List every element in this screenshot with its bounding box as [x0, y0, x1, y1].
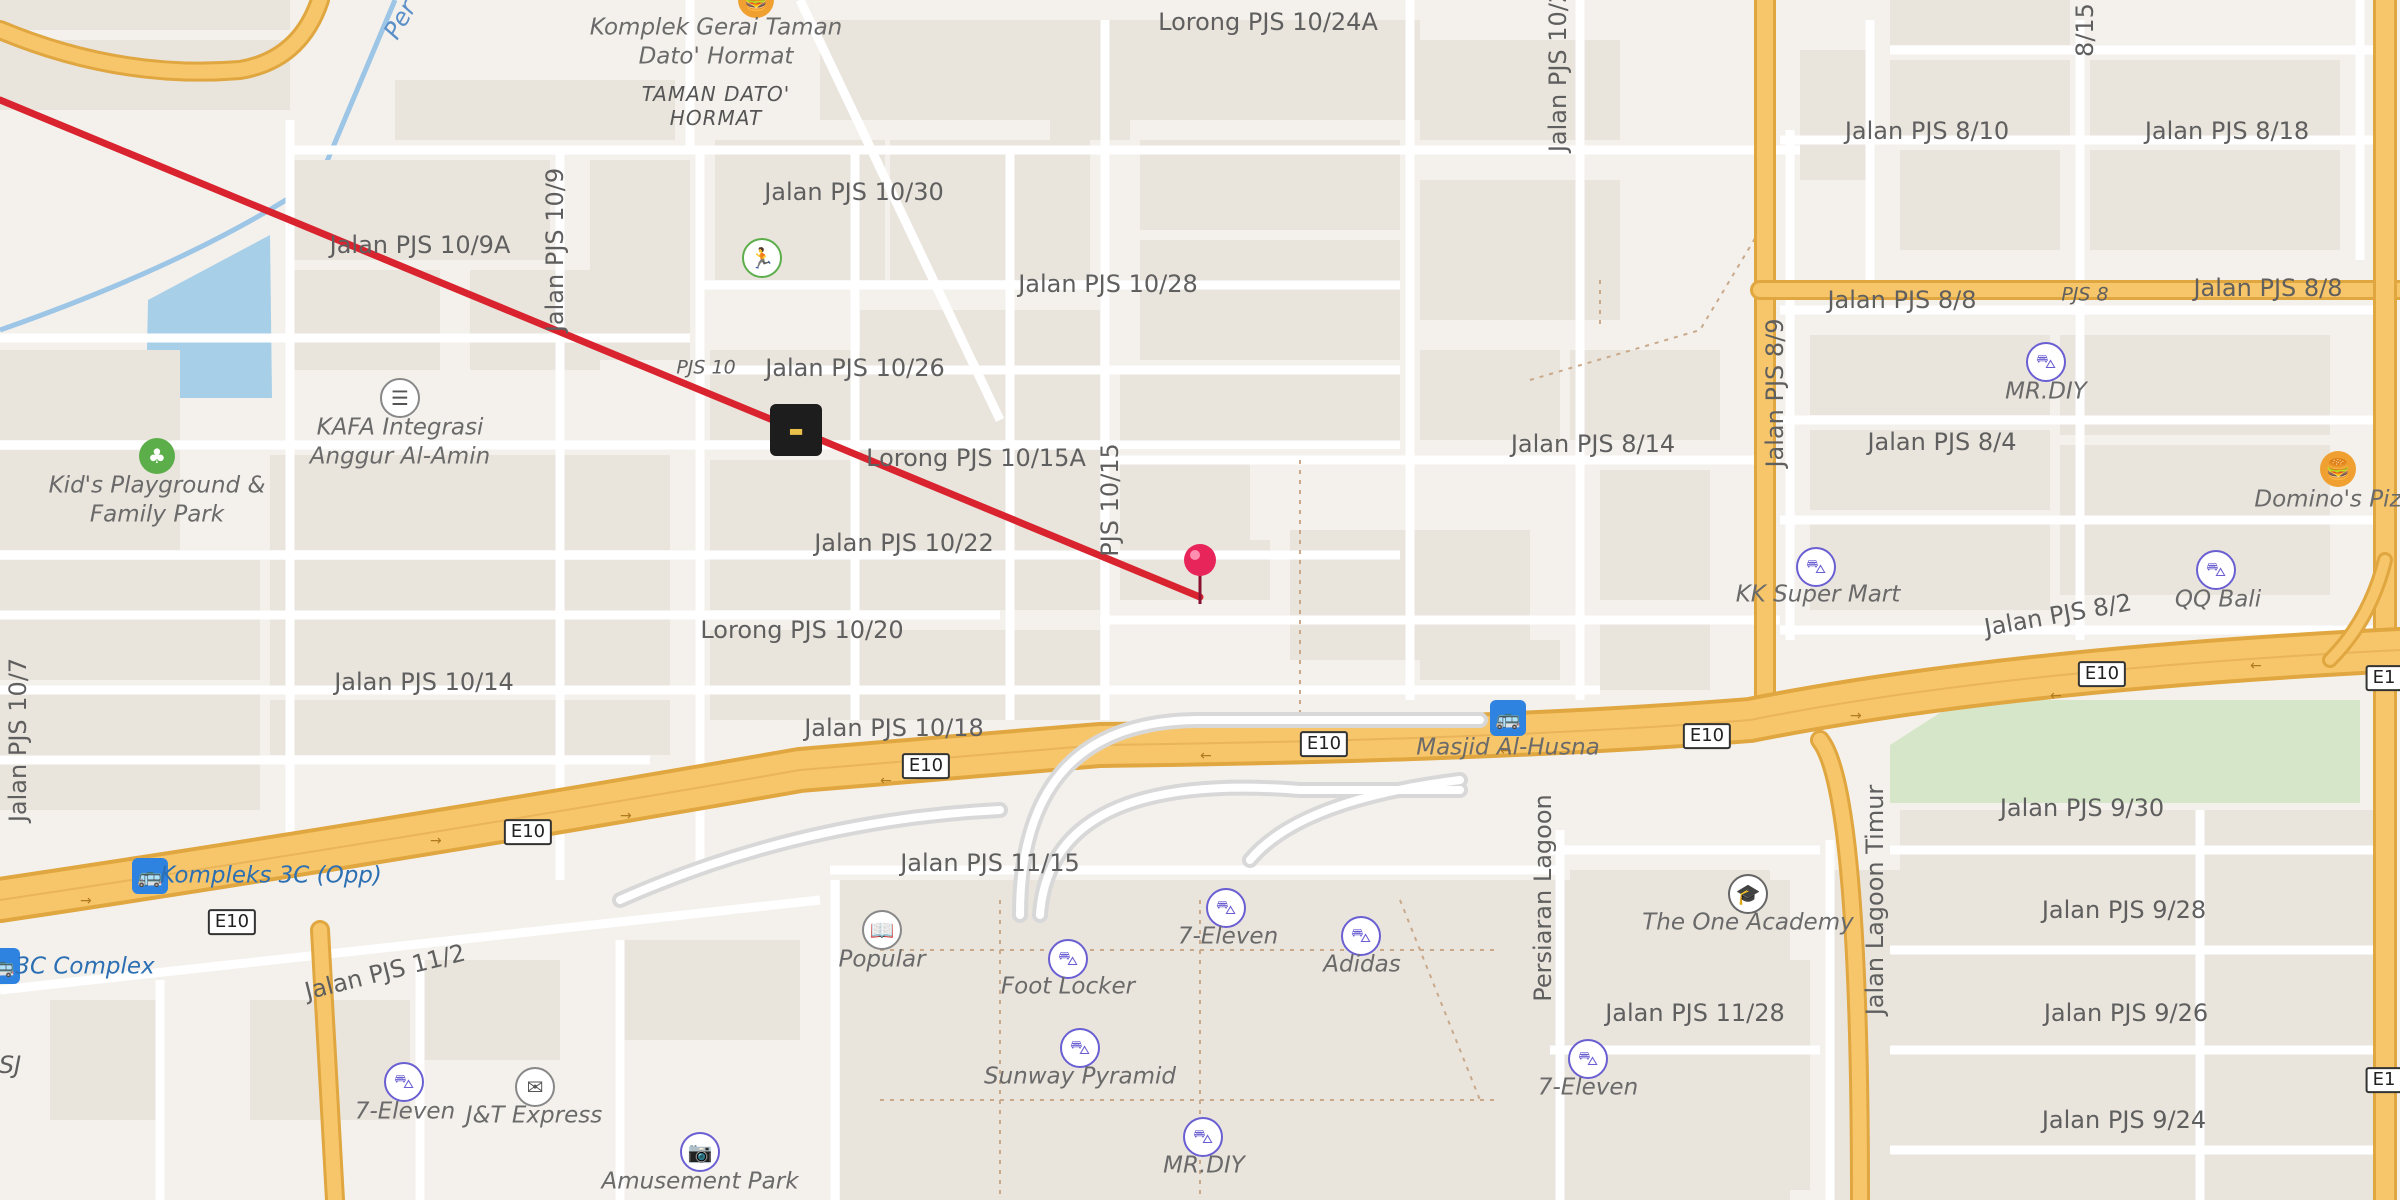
location-pin-icon[interactable]	[1180, 542, 1220, 608]
shopping-basket-icon[interactable]: ⛍	[1568, 1039, 1608, 1079]
svg-text:←: ←	[2050, 688, 2062, 704]
road-label-jalan-pjs-10-26: Jalan PJS 10/26	[765, 354, 945, 382]
kaaba-icon[interactable]: ▬	[770, 404, 822, 456]
burger-icon[interactable]: 🍔	[2320, 451, 2356, 487]
road-label-jalan-pjs-8-9: Jalan PJS 8/9	[1761, 318, 1789, 468]
road-label-jalan-pjs-10-14: Jalan PJS 10/14	[334, 668, 514, 696]
poi-label-adidas[interactable]: Adidas	[1323, 953, 1400, 977]
road-label-jalan-pjs-10-22: Jalan PJS 10/22	[814, 529, 994, 557]
svg-text:←: ←	[2250, 658, 2262, 674]
poi-label-the-one-academy[interactable]: The One Academy	[1642, 911, 1853, 935]
highway-shield-e10: E10	[1682, 723, 1732, 749]
poi-label-kids-playground[interactable]: Kid's Playground & Family Park	[47, 471, 267, 529]
poi-label-kafa[interactable]: KAFA Integrasi Anggur Al-Amin	[305, 413, 495, 471]
library-icon[interactable]: ☰	[380, 378, 420, 418]
poi-label-7-eleven-mall[interactable]: 7-Eleven	[1178, 925, 1278, 949]
mail-icon[interactable]: ✉	[515, 1067, 555, 1107]
highway-shield-e10: E10	[901, 753, 951, 779]
road-label-sj-partial: SJ	[0, 1051, 22, 1079]
poi-label-foot-locker[interactable]: Foot Locker	[1001, 975, 1135, 999]
road-label-jalan-pjs-9-24: Jalan PJS 9/24	[2041, 1106, 2207, 1134]
road-label-pjs-10: PJS 10	[676, 356, 736, 379]
road-label-jalan-pjs-9-28: Jalan PJS 9/28	[2041, 896, 2207, 924]
road-label-lorong-pjs-10-15a: Lorong PJS 10/15A	[866, 444, 1086, 472]
poi-label-7-eleven-west[interactable]: 7-Eleven	[355, 1100, 455, 1124]
poi-label-komplek-gerai[interactable]: Komplek Gerai Taman Dato' Hormat	[571, 13, 861, 71]
poi-label-masjid-al-husna[interactable]: Masjid Al-Husna	[1416, 736, 1600, 760]
highway-shield-e1: E1	[2365, 1067, 2400, 1093]
svg-text:→: →	[80, 893, 92, 909]
book-icon[interactable]: 📖	[862, 910, 902, 950]
graduation-cap-icon[interactable]: 🎓	[1728, 874, 1768, 914]
road-label-jalan-pjs-10-18: Jalan PJS 10/18	[804, 714, 984, 742]
bus-stop-icon[interactable]: 🚌	[1490, 700, 1526, 736]
shopping-basket-icon[interactable]: ⛍	[2026, 342, 2066, 382]
svg-text:→: →	[430, 833, 442, 849]
road-label-jalan-pjs-9-26: Jalan PJS 9/26	[2043, 999, 2209, 1027]
road-label-lorong-pjs-10-20: Lorong PJS 10/20	[700, 616, 904, 644]
road-label-jalan-pjs-9-30: Jalan PJS 9/30	[1999, 794, 2165, 822]
poi-label-kompleks-3c[interactable]: Kompleks 3C (Opp)	[160, 864, 382, 888]
road-label-jalan-pjs-10-2: Jalan PJS 10/2	[1544, 0, 1572, 153]
poi-label-mr-diy-north[interactable]: MR.DIY	[2005, 380, 2087, 404]
road-label-jalan-pjs-8-4: Jalan PJS 8/4	[1867, 428, 2017, 456]
poi-label-popular[interactable]: Popular	[838, 948, 925, 972]
poi-label-jt-express[interactable]: J&T Express	[466, 1104, 602, 1128]
svg-text:→: →	[620, 808, 632, 824]
road-label-jalan-pjs-8-10: Jalan PJS 8/10	[1844, 117, 2010, 145]
road-label-jalan-pjs-10-9: Jalan PJS 10/9	[541, 167, 569, 333]
road-label-pjs-8: PJS 8	[2061, 283, 2109, 306]
poi-label-amusement-park[interactable]: Amusement Park	[601, 1170, 798, 1194]
road-label-pjs-10-15: PJS 10/15	[1096, 443, 1124, 557]
map-canvas[interactable]: → → ← ← ← → ← ← → TAMAN DATO' HORMAT Lorong PJ…	[0, 0, 2400, 1200]
highway-shield-e10: E10	[2077, 661, 2127, 687]
camera-icon[interactable]: 📷	[680, 1132, 720, 1172]
road-label-jalan-pjs-11-15: Jalan PJS 11/15	[900, 849, 1080, 877]
shopping-basket-icon[interactable]: ⛍	[1183, 1117, 1223, 1157]
shopping-basket-icon[interactable]: ⛍	[384, 1062, 424, 1102]
road-label-jalan-pjs-10-7: Jalan PJS 10/7	[4, 657, 32, 823]
highway-shield-e10: E10	[1299, 731, 1349, 757]
road-label-jalan-pjs-10-9a: Jalan PJS 10/9A	[329, 231, 511, 259]
shopping-basket-icon[interactable]: ⛍	[1206, 888, 1246, 928]
road-label-jalan-pjs-8-14: Jalan PJS 8/14	[1510, 430, 1676, 458]
shopping-basket-icon[interactable]: ⛍	[1060, 1028, 1100, 1068]
road-label-jalan-lagoon-timur: Jalan Lagoon Timur	[1861, 784, 1889, 1016]
road-label-lorong-pjs-10-24a: Lorong PJS 10/24A	[1158, 8, 1378, 36]
road-label-jalan-pjs-10-30: Jalan PJS 10/30	[764, 178, 944, 206]
highway-shield-e1: E1	[2365, 665, 2400, 691]
poi-label-sunway-pyramid[interactable]: Sunway Pyramid	[984, 1065, 1176, 1089]
svg-text:→: →	[1850, 708, 1862, 724]
shopping-basket-icon[interactable]: ⛍	[2196, 550, 2236, 590]
road-label-jalan-pjs-8-18: Jalan PJS 8/18	[2144, 117, 2310, 145]
road-label-8-15: 8/15	[2071, 3, 2099, 57]
road-label-jalan-pjs-10-28: Jalan PJS 10/28	[1018, 270, 1198, 298]
poi-label-kk-super-mart[interactable]: KK Super Mart	[1736, 583, 1901, 607]
poi-label-3c-complex[interactable]: 3C Complex	[15, 955, 154, 979]
svg-text:←: ←	[880, 773, 892, 789]
highway-shield-e10: E10	[207, 909, 257, 935]
road-label-jalan-pjs-11-28: Jalan PJS 11/28	[1605, 999, 1785, 1027]
road-label-jalan-pjs-8-8-east: Jalan PJS 8/8	[2193, 274, 2343, 302]
poi-label-qq-bali[interactable]: QQ Bali	[2175, 588, 2261, 612]
area-label-taman-dato-hormat: TAMAN DATO' HORMAT	[641, 82, 791, 130]
highway-shield-e10: E10	[503, 819, 553, 845]
poi-label-dominos[interactable]: Domino's Pizz	[2254, 488, 2400, 512]
poi-label-mr-diy-south[interactable]: MR.DIY	[1163, 1154, 1245, 1178]
road-label-jalan-pjs-8-8-west: Jalan PJS 8/8	[1827, 286, 1977, 314]
svg-text:←: ←	[1200, 748, 1212, 764]
road-label-persiaran-lagoon: Persiaran Lagoon	[1529, 794, 1557, 1002]
running-icon[interactable]: 🏃	[742, 238, 782, 278]
tree-icon[interactable]: ♣	[139, 438, 175, 474]
shopping-basket-icon[interactable]: ⛍	[1341, 916, 1381, 956]
poi-label-7-eleven-east[interactable]: 7-Eleven	[1538, 1076, 1638, 1100]
